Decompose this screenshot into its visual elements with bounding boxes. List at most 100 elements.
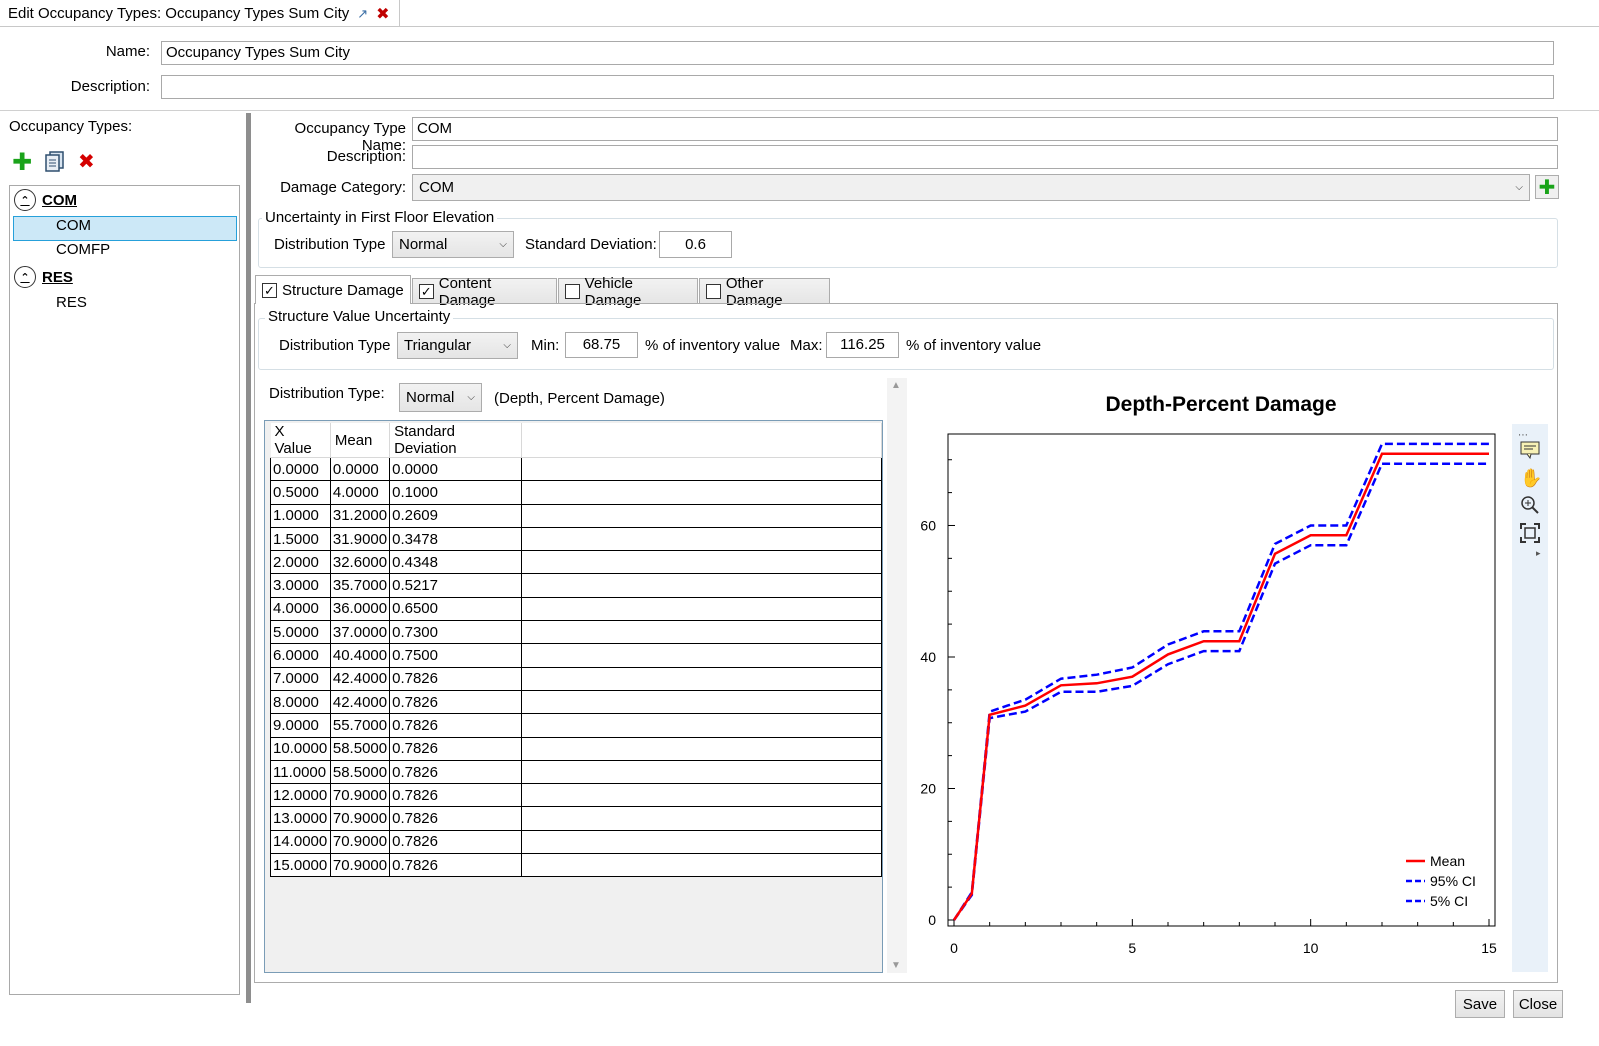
table-row[interactable]: 13.0000 70.9000 0.7826 xyxy=(270,806,882,831)
table-row[interactable]: 8.0000 42.4000 0.7826 xyxy=(270,690,882,715)
cell-std-dev[interactable]: 0.7826 xyxy=(389,713,522,738)
delete-icon[interactable]: ✖ xyxy=(78,149,95,174)
cell-x-value[interactable]: 1.5000 xyxy=(270,527,331,552)
table-row[interactable]: 4.0000 36.0000 0.6500 xyxy=(270,597,882,622)
close-button[interactable]: Close xyxy=(1513,990,1563,1018)
save-button[interactable]: Save xyxy=(1455,990,1505,1018)
cell-std-dev[interactable]: 0.1000 xyxy=(389,480,522,505)
cell-x-value[interactable]: 0.0000 xyxy=(270,457,331,482)
close-tab-icon[interactable]: ✖ xyxy=(376,4,389,24)
occ-name-field[interactable]: COM xyxy=(412,117,1558,141)
popout-icon[interactable]: ↗ xyxy=(357,6,368,22)
damage-category-select[interactable]: COM ⌵ xyxy=(412,174,1530,201)
table-row[interactable]: 15.0000 70.9000 0.7826 xyxy=(270,853,882,878)
cell-mean[interactable]: 42.4000 xyxy=(329,667,391,691)
name-field[interactable]: Occupancy Types Sum City xyxy=(161,41,1554,65)
add-icon[interactable]: ✚ xyxy=(12,148,32,177)
cell-std-dev[interactable]: 0.7826 xyxy=(389,853,522,878)
cell-x-value[interactable]: 14.0000 xyxy=(270,830,331,855)
cell-std-dev[interactable]: 0.6500 xyxy=(389,597,522,622)
cell-mean[interactable]: 4.0000 xyxy=(329,480,391,505)
description-field[interactable] xyxy=(161,75,1554,99)
cell-x-value[interactable]: 10.0000 xyxy=(270,737,331,761)
cell-mean[interactable]: 70.9000 xyxy=(329,806,391,831)
cell-mean[interactable]: 58.5000 xyxy=(329,760,391,785)
cell-x-value[interactable]: 15.0000 xyxy=(270,853,331,878)
cell-mean[interactable]: 40.4000 xyxy=(329,643,391,668)
ffe-std-field[interactable]: 0.6 xyxy=(659,231,732,258)
cell-x-value[interactable]: 0.5000 xyxy=(270,480,331,505)
tree-group-com[interactable]: ⌃ COM xyxy=(14,189,77,211)
checkbox-checked[interactable]: ✓ xyxy=(419,284,434,299)
table-row[interactable]: 14.0000 70.9000 0.7826 xyxy=(270,830,882,855)
cell-x-value[interactable]: 11.0000 xyxy=(270,760,331,785)
cell-mean[interactable]: 36.0000 xyxy=(329,597,391,622)
cell-x-value[interactable]: 1.0000 xyxy=(270,504,331,528)
cell-mean[interactable]: 31.2000 xyxy=(329,504,391,528)
column-header-std[interactable]: Standard Deviation xyxy=(389,423,522,458)
ffe-dist-select[interactable]: Normal ⌵ xyxy=(392,231,514,258)
cell-std-dev[interactable]: 0.7826 xyxy=(389,737,522,761)
tab-vehicle-damage[interactable]: Vehicle Damage xyxy=(558,275,698,309)
table-row[interactable]: 1.0000 31.2000 0.2609 xyxy=(270,504,882,528)
cell-std-dev[interactable]: 0.3478 xyxy=(389,527,522,552)
table-row[interactable]: 6.0000 40.4000 0.7500 xyxy=(270,643,882,668)
checkbox-unchecked[interactable] xyxy=(706,284,721,299)
cell-mean[interactable]: 42.4000 xyxy=(329,690,391,715)
copy-icon[interactable] xyxy=(44,150,66,176)
vertical-scrollbar[interactable]: ▲ ▼ xyxy=(887,378,907,973)
cell-mean[interactable]: 70.9000 xyxy=(329,853,391,878)
tree-item-com[interactable]: COM xyxy=(56,217,91,234)
cell-mean[interactable]: 55.7000 xyxy=(329,713,391,738)
cell-std-dev[interactable]: 0.7826 xyxy=(389,760,522,785)
tree-group-res[interactable]: ⌃ RES xyxy=(14,266,73,288)
cell-x-value[interactable]: 6.0000 xyxy=(270,643,331,668)
splitter[interactable] xyxy=(246,113,251,1003)
tab-other-damage[interactable]: Other Damage xyxy=(699,275,830,309)
occ-description-field[interactable] xyxy=(412,145,1558,169)
cell-std-dev[interactable]: 0.4348 xyxy=(389,550,522,575)
cell-std-dev[interactable]: 0.5217 xyxy=(389,573,522,598)
structure-dist-select[interactable]: Triangular ⌵ xyxy=(397,332,518,359)
cell-mean[interactable]: 0.0000 xyxy=(329,457,391,482)
column-header-x[interactable]: X Value xyxy=(270,423,331,458)
tree-item-res[interactable]: RES xyxy=(56,294,87,311)
cell-std-dev[interactable]: 0.7300 xyxy=(389,620,522,645)
cell-mean[interactable]: 70.9000 xyxy=(329,830,391,855)
table-row[interactable]: 7.0000 42.4000 0.7826 xyxy=(270,667,882,691)
cell-x-value[interactable]: 5.0000 xyxy=(270,620,331,645)
scroll-up-icon[interactable]: ▲ xyxy=(891,380,901,391)
checkbox-unchecked[interactable] xyxy=(565,284,580,299)
table-row[interactable]: 0.5000 4.0000 0.1000 xyxy=(270,480,882,505)
table-row[interactable]: 5.0000 37.0000 0.7300 xyxy=(270,620,882,645)
table-row[interactable]: 11.0000 58.5000 0.7826 xyxy=(270,760,882,785)
cell-x-value[interactable]: 8.0000 xyxy=(270,690,331,715)
collapse-icon[interactable]: ⌃ xyxy=(14,189,36,211)
cell-std-dev[interactable]: 0.7826 xyxy=(389,690,522,715)
table-row[interactable]: 2.0000 32.6000 0.4348 xyxy=(270,550,882,575)
checkbox-checked[interactable]: ✓ xyxy=(262,282,277,298)
tab-structure-damage[interactable]: ✓ Structure Damage xyxy=(255,275,411,304)
cell-mean[interactable]: 70.9000 xyxy=(329,783,391,808)
tab-content-damage[interactable]: ✓ Content Damage xyxy=(412,275,557,309)
table-row[interactable]: 0.0000 0.0000 0.0000 xyxy=(270,457,882,482)
cell-x-value[interactable]: 13.0000 xyxy=(270,806,331,831)
cell-mean[interactable]: 58.5000 xyxy=(329,737,391,761)
cell-x-value[interactable]: 9.0000 xyxy=(270,713,331,738)
cell-std-dev[interactable]: 0.7826 xyxy=(389,830,522,855)
table-row[interactable]: 9.0000 55.7000 0.7826 xyxy=(270,713,882,738)
cell-std-dev[interactable]: 0.0000 xyxy=(389,457,522,482)
cell-x-value[interactable]: 2.0000 xyxy=(270,550,331,575)
cell-x-value[interactable]: 7.0000 xyxy=(270,667,331,691)
add-damage-category-button[interactable]: ✚ xyxy=(1535,175,1559,199)
cell-std-dev[interactable]: 0.7826 xyxy=(389,783,522,808)
max-field[interactable]: 116.25 xyxy=(826,332,899,358)
table-row[interactable]: 10.0000 58.5000 0.7826 xyxy=(270,737,882,761)
cell-std-dev[interactable]: 0.7500 xyxy=(389,643,522,668)
scroll-down-icon[interactable]: ▼ xyxy=(891,960,901,971)
zoom-icon[interactable] xyxy=(1519,494,1541,520)
cell-mean[interactable]: 32.6000 xyxy=(329,550,391,575)
cell-std-dev[interactable]: 0.7826 xyxy=(389,806,522,831)
cell-mean[interactable]: 31.9000 xyxy=(329,527,391,552)
cell-std-dev[interactable]: 0.7826 xyxy=(389,667,522,691)
